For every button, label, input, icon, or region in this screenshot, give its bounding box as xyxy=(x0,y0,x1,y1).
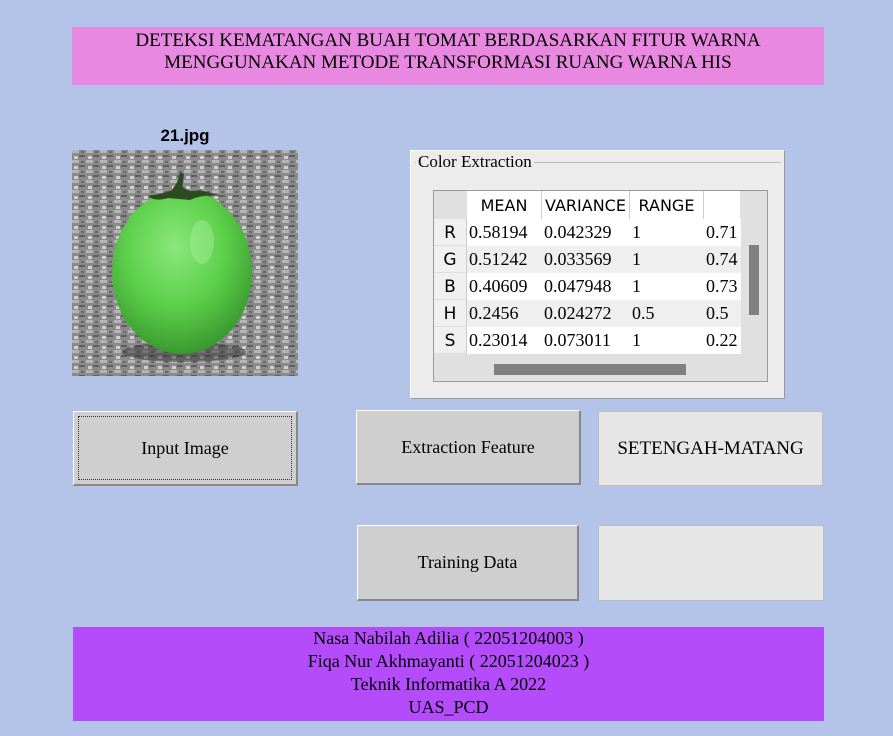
table-cell: 0.73 xyxy=(706,276,738,296)
result-label: SETENGAH-MATANG xyxy=(598,411,823,486)
table-row-header-r: R xyxy=(434,219,467,246)
table-header-variance: VARIANCE xyxy=(542,191,630,219)
table-cell: 0.40609 xyxy=(469,276,528,296)
tomato-image-graphic xyxy=(72,150,298,376)
table-cell: 0.71 xyxy=(706,222,738,242)
table-cell: 0.073011 xyxy=(544,330,611,350)
table-row: 0.40609 0.047948 1 0.73 xyxy=(467,273,741,300)
footer-author-1: Nasa Nabilah Adilia ( 22051204003 ) xyxy=(313,628,584,648)
table-row-header-h: H xyxy=(434,300,467,327)
table-header-row: MEAN VARIANCE RANGE xyxy=(467,191,740,219)
footer-class: Teknik Informatika A 2022 xyxy=(350,674,547,694)
color-extraction-title: Color Extraction xyxy=(416,152,534,172)
table-cell: 0.047948 xyxy=(544,276,612,296)
table-row: 0.23014 0.073011 1 0.22 xyxy=(467,327,741,354)
input-image-button[interactable]: Input Image xyxy=(73,411,298,486)
table-header-range: RANGE xyxy=(630,191,704,219)
tomato-image xyxy=(72,150,298,376)
table-cell: 0.042329 xyxy=(544,222,612,242)
table-cell: 1 xyxy=(632,330,641,350)
title-line-2: MENGGUNAKAN METODE TRANSFORMASI RUANG WA… xyxy=(164,52,732,73)
table-horizontal-scrollbar[interactable] xyxy=(494,364,686,375)
image-filename: 21.jpg xyxy=(160,126,210,145)
table-cell: 0.024272 xyxy=(544,303,612,323)
secondary-output-box xyxy=(598,525,824,601)
table-cell: 1 xyxy=(632,276,641,296)
table-row-header-b: B xyxy=(434,273,467,300)
table-row: 0.58194 0.042329 1 0.71 xyxy=(467,219,741,246)
table-cell: 0.2456 xyxy=(469,303,519,323)
table-vertical-scrollbar[interactable] xyxy=(749,245,759,315)
table-cell: 0.51242 xyxy=(469,249,528,269)
footer-author-2: Fiqa Nur Akhmayanti ( 22051204023 ) xyxy=(307,651,590,671)
table-row-header-g: G xyxy=(434,246,467,273)
table-row: 0.2456 0.024272 0.5 0.5 xyxy=(467,300,741,327)
title-line-1: DETEKSI KEMATANGAN BUAH TOMAT BERDASARKA… xyxy=(135,30,761,51)
table-cell: 0.22 xyxy=(706,330,738,350)
table-row: 0.51242 0.033569 1 0.74 xyxy=(467,246,741,273)
table-header-extra xyxy=(704,191,740,219)
table-row-header-s: S xyxy=(434,327,467,354)
table-cell: 1 xyxy=(632,222,641,242)
table-cell: 0.5 xyxy=(632,303,655,323)
table-header-mean: MEAN xyxy=(467,191,542,219)
training-data-button[interactable]: Training Data xyxy=(357,525,579,601)
table-cell: 0.033569 xyxy=(544,249,612,269)
table-cell: 0.58194 xyxy=(469,222,528,242)
table-cell: 0.5 xyxy=(706,303,729,323)
table-cell: 1 xyxy=(632,249,641,269)
table-cell: 0.23014 xyxy=(469,330,528,350)
title-banner: DETEKSI KEMATANGAN BUAH TOMAT BERDASARKA… xyxy=(72,27,824,85)
footer-banner: Nasa Nabilah Adilia ( 22051204003 ) Fiqa… xyxy=(73,627,824,721)
extraction-feature-button[interactable]: Extraction Feature xyxy=(356,410,581,485)
footer-course: UAS_PCD xyxy=(408,697,489,717)
table-cell: 0.74 xyxy=(706,249,738,269)
